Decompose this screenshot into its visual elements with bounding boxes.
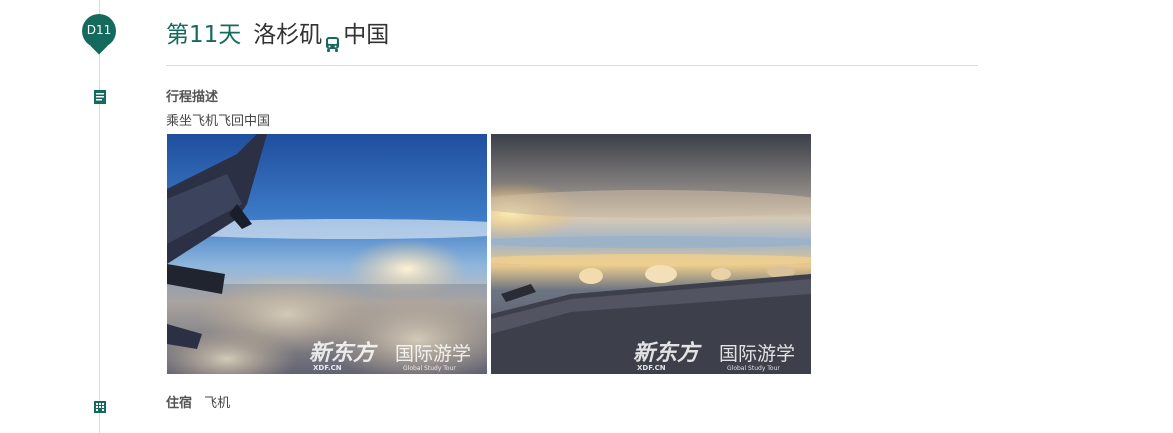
watermark-brand: 新东方 — [633, 340, 702, 366]
watermark-title: 国际游学 — [395, 343, 471, 365]
watermark-brand: 新东方 — [309, 340, 378, 366]
watermark-tag: Global Study Tour — [403, 365, 456, 372]
day-marker-pin: D11 — [82, 14, 116, 55]
hotel-building-icon — [93, 399, 107, 413]
watermark-sub: XDF.CN — [313, 364, 342, 372]
timeline-line — [99, 0, 100, 433]
accommodation-label: 住宿 — [166, 396, 193, 411]
watermark-tag: Global Study Tour — [727, 365, 780, 372]
watermark-sub: XDF.CN — [637, 364, 666, 372]
wing-over-clouds-photo[interactable]: 新东方 XDF.CN 国际游学 Global Study Tour — [167, 134, 487, 374]
itinerary-heading: 行程描述 — [166, 90, 219, 105]
route-from: 洛杉矶 — [253, 22, 323, 48]
day-number: 第11天 — [166, 22, 242, 48]
title-divider — [166, 65, 978, 66]
accommodation-value: 飞机 — [204, 396, 231, 411]
day-badge: D11 — [86, 23, 112, 37]
bus-icon — [324, 29, 341, 52]
accommodation-row: 住宿 飞机 — [166, 395, 230, 413]
watermark-title: 国际游学 — [719, 343, 795, 365]
document-icon — [93, 89, 107, 104]
day-title: 第11天 洛杉矶 中国 — [166, 18, 389, 52]
itinerary-text: 乘坐飞机飞回中国 — [166, 114, 271, 129]
route-to: 中国 — [343, 22, 390, 48]
sunset-wing-photo[interactable]: 新东方 XDF.CN 国际游学 Global Study Tour — [491, 134, 811, 374]
